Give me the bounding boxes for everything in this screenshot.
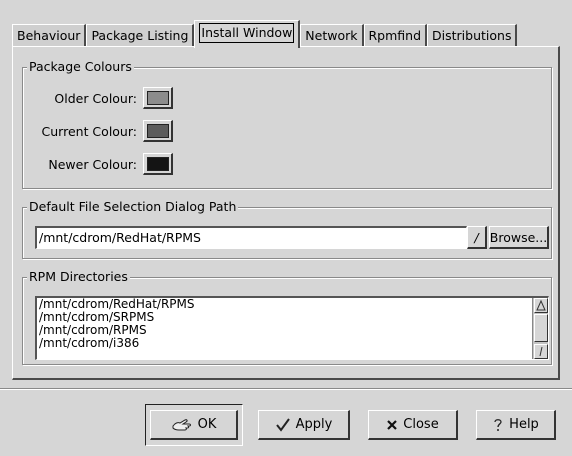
apply-button[interactable]: Apply xyxy=(258,410,350,440)
current-colour-row: Current Colour: xyxy=(23,118,173,144)
path-root-button[interactable]: / xyxy=(467,226,487,249)
close-label: Close xyxy=(403,417,439,432)
help-button[interactable]: Help xyxy=(476,410,556,440)
file-dialog-path-title: Default File Selection Dialog Path xyxy=(27,199,239,215)
tab-distributions[interactable]: Distributions xyxy=(427,24,518,47)
help-label: Help xyxy=(509,417,539,432)
ok-button[interactable]: OK xyxy=(150,410,238,440)
ok-label: OK xyxy=(197,417,217,432)
preferences-dialog: Behaviour Package Listing Install Window… xyxy=(0,0,572,456)
check-icon xyxy=(275,417,291,432)
list-scrollbar[interactable] xyxy=(532,298,548,359)
ok-hand-icon xyxy=(171,417,193,433)
browse-label: Browse... xyxy=(489,229,548,245)
path-root-label: / xyxy=(474,229,479,245)
newer-colour-label: Newer Colour: xyxy=(48,156,137,172)
tab-rpmfind[interactable]: Rpmfind xyxy=(363,24,428,47)
tab-network[interactable]: Network xyxy=(300,24,364,47)
tab-label: Distributions xyxy=(432,28,512,43)
tab-bar: Behaviour Package Listing Install Window… xyxy=(12,20,518,48)
current-colour-label: Current Colour: xyxy=(41,123,137,139)
rpm-directories-title: RPM Directories xyxy=(27,269,130,285)
package-colours-frame: Package Colours Older Colour: Current Co… xyxy=(22,59,552,189)
tab-label: Network xyxy=(305,28,358,43)
list-item[interactable]: /mnt/cdrom/i386 xyxy=(37,337,548,350)
newer-colour-button[interactable] xyxy=(143,153,173,175)
tab-label: Install Window xyxy=(199,23,295,43)
scroll-down-button[interactable] xyxy=(534,344,548,359)
newer-colour-swatch xyxy=(146,156,169,171)
older-colour-label: Older Colour: xyxy=(54,90,137,106)
browse-button[interactable]: Browse... xyxy=(489,226,549,249)
tab-label: Package Listing xyxy=(91,28,189,43)
close-icon xyxy=(386,419,398,431)
button-area-separator xyxy=(0,388,572,390)
arrow-up-icon xyxy=(536,299,546,311)
newer-colour-row: Newer Colour: xyxy=(23,151,173,177)
tab-package-listing[interactable]: Package Listing xyxy=(86,24,195,47)
current-colour-swatch xyxy=(146,123,169,138)
tab-panel-install-window: Package Colours Older Colour: Current Co… xyxy=(12,46,560,380)
scroll-thumb[interactable] xyxy=(534,314,548,342)
older-colour-row: Older Colour: xyxy=(23,85,173,111)
apply-label: Apply xyxy=(295,417,333,432)
older-colour-button[interactable] xyxy=(143,87,173,109)
current-colour-button[interactable] xyxy=(143,120,173,142)
package-colours-title: Package Colours xyxy=(27,59,134,75)
tab-install-window[interactable]: Install Window xyxy=(194,20,301,48)
close-button[interactable]: Close xyxy=(368,410,458,440)
file-dialog-path-input[interactable]: /mnt/cdrom/RedHat/RPMS xyxy=(35,226,467,249)
tab-label: Behaviour xyxy=(17,28,81,43)
rpm-directories-list[interactable]: /mnt/cdrom/RedHat/RPMS /mnt/cdrom/SRPMS … xyxy=(35,296,549,360)
older-colour-swatch xyxy=(146,90,169,105)
scroll-up-button[interactable] xyxy=(534,298,548,313)
tab-behaviour[interactable]: Behaviour xyxy=(12,24,87,47)
rpm-directories-frame: RPM Directories /mnt/cdrom/RedHat/RPMS /… xyxy=(22,269,552,365)
tab-label: Rpmfind xyxy=(368,28,422,43)
arrow-down-icon xyxy=(539,346,543,357)
help-icon xyxy=(492,417,504,433)
file-dialog-path-frame: Default File Selection Dialog Path /mnt/… xyxy=(22,199,552,259)
